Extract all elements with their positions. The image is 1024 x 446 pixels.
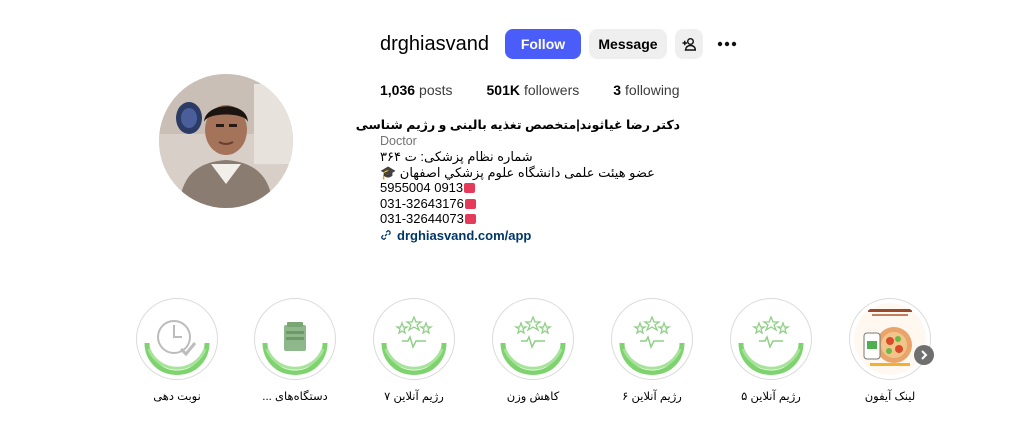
username: drghiasvand [380,32,489,55]
highlight-label: رژیم آنلاین ۵ [741,391,801,403]
phone-number-2: 031-32644073 [380,211,464,226]
story-highlights: نوبت دهی دستگاه‌های ... [0,298,1024,408]
chevron-right-icon [921,350,928,360]
followers-label: followers [523,82,580,98]
bio-link-text: drghiasvand.com/app [397,227,532,243]
highlight-label: لینک آیفون [864,391,916,403]
bio-line-license: شماره نظام پزشکی: ت ۳۶۴ [380,149,533,164]
highlight-item[interactable]: دستگاه‌های ... [240,298,350,403]
app-promo-image [854,303,926,375]
add-person-icon [682,38,696,51]
stars-icon [498,304,568,375]
highlight-ring [492,298,574,380]
profile-stats: 1,036 posts 501K followers 3 following [380,82,714,98]
highlight-ring [136,298,218,380]
stars-icon [617,304,687,375]
message-button[interactable]: Message [588,29,667,59]
highlight-label: دستگاه‌های ... [262,391,328,403]
more-options-button[interactable] [715,29,739,59]
bio-link[interactable]: drghiasvand.com/app [380,228,680,244]
telephone-icon [464,198,476,209]
highlight-ring [849,298,931,380]
highlight-label: رژیم آنلاین ۷ [384,391,444,403]
ellipsis-icon [717,41,737,47]
bio-line-phone-1: 031-32643176 [380,196,680,212]
highlight-item[interactable]: رژیم آنلاین ۶ [597,298,707,403]
phone-number-1: 031-32643176 [380,195,464,211]
followers-count: 501K [486,82,520,98]
posts-label: posts [419,82,453,98]
clock-check-icon [142,304,212,375]
highlight-item[interactable]: کاهش وزن [478,298,588,403]
bio-line-mobile: 5955004 0913 [380,180,680,196]
highlight-item[interactable]: نوبت دهی [122,298,232,403]
highlights-next-button[interactable] [914,345,934,365]
posts-stat: 1,036 posts [380,82,453,98]
stars-icon [736,304,806,375]
following-count: 3 [613,82,622,98]
telephone-icon [464,183,476,193]
device-icon [260,304,330,375]
highlight-item[interactable]: رژیم آنلاین ۵ [716,298,826,403]
highlight-ring [254,298,336,380]
link-icon [381,230,391,241]
profile-bio: دکتر رضا غیاثوند|متخصص تغذیه بالینی و رژ… [355,118,680,244]
posts-count: 1,036 [380,82,416,98]
bio-line-faculty: عضو هیئت علمی دانشگاه علوم پزشکي اصفهان … [380,164,655,180]
highlight-ring [730,298,812,380]
highlight-label: نوبت دهی [153,391,201,403]
highlight-label: رژیم آنلاین ۶ [622,391,682,403]
profile-photo [159,74,293,208]
follow-button[interactable]: Follow [504,29,581,59]
profile-header: drghiasvand Follow Message [380,29,739,59]
full-name: دکتر رضا غیاثوند|متخصص تغذیه بالینی و رژ… [355,118,680,132]
followers-stat[interactable]: 501K followers [487,82,580,98]
following-label: following [625,82,680,98]
stars-icon [379,304,449,375]
highlight-ring [611,298,693,380]
telephone-icon [464,214,476,224]
highlight-item[interactable]: رژیم آنلاین ۷ [359,298,469,403]
profile-avatar[interactable] [159,74,293,208]
suggested-accounts-button[interactable] [674,29,703,59]
category-label: Doctor [380,133,417,148]
highlight-ring [373,298,455,380]
mobile-number: 5955004 0913 [380,180,464,195]
bio-line-phone-2: 031-32644073 [380,211,680,227]
following-stat[interactable]: 3 following [613,82,679,98]
highlight-label: کاهش وزن [506,391,560,403]
